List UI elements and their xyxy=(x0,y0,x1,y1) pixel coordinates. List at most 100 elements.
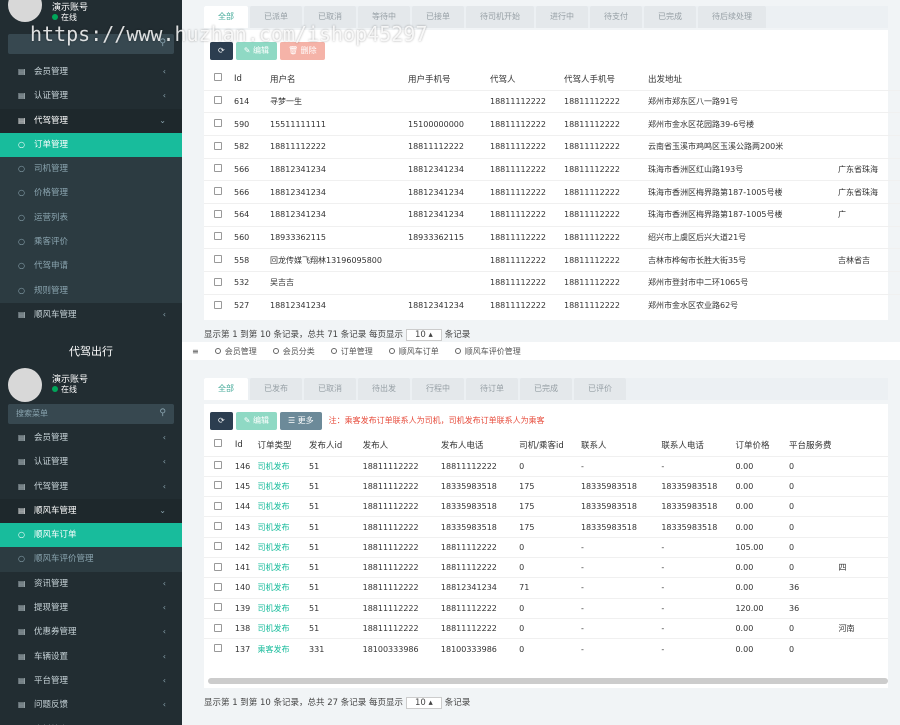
sidebar-item[interactable]: ▤ 车辆设置 ‹ xyxy=(0,645,182,669)
sidebar-item[interactable]: ▤资料档案‹ xyxy=(0,718,182,725)
page-size-select[interactable]: 10 ▴ xyxy=(405,329,442,341)
table-row[interactable]: 527 18812341234 18812341234 18811112222 1881… xyxy=(204,294,900,317)
row-checkbox[interactable] xyxy=(204,226,234,249)
row-checkbox[interactable] xyxy=(204,294,234,317)
row-checkbox[interactable] xyxy=(204,618,235,638)
topnav-item[interactable]: 会员管理 xyxy=(214,346,257,357)
tab-item[interactable]: 进行中 xyxy=(536,6,588,28)
table-row[interactable]: 143 司机发布 51 18811112222 18335983518 175 183359… xyxy=(204,516,888,537)
tab-item[interactable]: 已完成 xyxy=(520,378,572,400)
sidebar-item[interactable]: ▤ 代驾管理 ‹ xyxy=(0,475,182,499)
topnav-item[interactable]: 会员分类 xyxy=(272,346,315,357)
sidebar-item[interactable]: ▤ 平台管理 ‹ xyxy=(0,669,182,693)
menu-toggle-icon[interactable]: ≡ xyxy=(192,347,199,356)
table-row[interactable]: 139 司机发布 51 18811112222 18811112222 0 - - 120.00… xyxy=(204,598,888,618)
table-row[interactable]: 138 司机发布 51 18811112222 18811112222 0 - - 0.00 0 河… xyxy=(204,618,888,638)
row-checkbox[interactable] xyxy=(204,456,235,476)
sidebar-item[interactable]: ▤ 会员管理 ‹ xyxy=(0,426,182,450)
brand-logo[interactable]: 代驾出行 xyxy=(0,342,182,362)
horizontal-scrollbar[interactable] xyxy=(208,678,888,684)
row-checkbox[interactable] xyxy=(204,249,234,272)
table-row[interactable]: 140 司机发布 51 18811112222 18812341234 71 - - 0.00 3… xyxy=(204,577,888,598)
table-row[interactable]: 145 司机发布 51 18811112222 18335983518 175 183359… xyxy=(204,476,888,496)
refresh-button[interactable]: ⟳ xyxy=(210,42,233,60)
sidebar-item[interactable]: ▤ 代驾管理 ⌄ xyxy=(0,108,182,133)
table-row[interactable]: 614 寻梦一生 18811112222 18811112222 郑州市郑东区八一路91… xyxy=(204,90,900,113)
sidebar-item[interactable]: ○ 规则管理 xyxy=(0,278,182,303)
tab-item[interactable]: 待司机开始 xyxy=(466,6,534,28)
select-all-checkbox[interactable] xyxy=(204,68,234,90)
topnav-item[interactable]: 顺风车评价管理 xyxy=(454,346,521,357)
tab-item[interactable]: 待订单 xyxy=(466,378,518,400)
tab-item[interactable]: 等待中 xyxy=(358,6,410,28)
sidebar-item[interactable]: ○ 司机管理 xyxy=(0,157,182,182)
sidebar-item[interactable]: ▤ 顺风车管理 ⌄ xyxy=(0,498,182,524)
table-row[interactable]: 532 吴吉吉 18811112222 18811112222 郑州市登封市中二环106… xyxy=(204,271,900,295)
tab-item[interactable]: 全部 xyxy=(204,378,248,400)
topnav-item[interactable]: 订单管理 xyxy=(330,346,373,357)
tab-item[interactable]: 全部 xyxy=(204,6,248,28)
tab-item[interactable]: 已取消 xyxy=(304,378,356,400)
table-row[interactable]: 560 18933362115 18933362115 18811112222 1881… xyxy=(204,226,900,249)
page-size-select[interactable]: 10 ▴ xyxy=(405,697,442,709)
delete-button[interactable]: 🗑 删除 xyxy=(279,42,325,60)
row-checkbox[interactable] xyxy=(204,517,235,537)
sidebar-item[interactable]: ○ 顺风车订单 xyxy=(0,523,182,548)
row-checkbox[interactable] xyxy=(204,557,235,577)
edit-button[interactable]: ✎ 编辑 xyxy=(235,412,277,430)
sidebar-item[interactable]: ○ 乘客评价 xyxy=(0,230,182,255)
edit-button[interactable]: ✎ 编辑 xyxy=(235,42,277,60)
more-button[interactable]: ☰ 更多 xyxy=(279,412,322,430)
sidebar-item[interactable]: ▤ 顺风车管理 ‹ xyxy=(0,303,182,327)
sidebar-item[interactable]: ▤ 优惠券管理 ‹ xyxy=(0,620,182,644)
sidebar-item[interactable]: ○ 价格管理 xyxy=(0,181,182,206)
table-row[interactable]: 564 18812341234 18812341234 18811112222 1881… xyxy=(204,203,900,226)
sidebar-item[interactable]: ▤ 认证管理 ‹ xyxy=(0,450,182,474)
sidebar-item[interactable]: ○ 运营列表 xyxy=(0,205,182,231)
row-checkbox[interactable] xyxy=(204,578,235,598)
table-row[interactable]: 558 回龙传媒飞翔林13196095800 18811112222 18811112… xyxy=(204,248,900,272)
row-checkbox[interactable] xyxy=(204,135,234,158)
avatar[interactable] xyxy=(8,0,42,22)
table-row[interactable]: 144 司机发布 51 18811112222 18335983518 175 183359… xyxy=(204,496,888,517)
row-checkbox[interactable] xyxy=(204,272,234,295)
table-row[interactable]: 566 18812341234 18812341234 18811112222 1881… xyxy=(204,158,900,181)
row-checkbox[interactable] xyxy=(204,598,235,618)
refresh-button[interactable]: ⟳ xyxy=(210,412,233,430)
row-checkbox[interactable] xyxy=(204,476,235,496)
tab-item[interactable]: 已派单 xyxy=(250,6,302,28)
sidebar-item[interactable]: ▤ 问题反馈 ‹ xyxy=(0,693,182,717)
tab-item[interactable]: 已评价 xyxy=(574,378,626,400)
avatar[interactable] xyxy=(8,368,42,402)
table-row[interactable]: 137 乘客发布 331 18100333986 18100333986 0 - - 0.00 0 xyxy=(204,638,888,659)
tab-item[interactable]: 待支付 xyxy=(590,6,642,28)
tab-item[interactable]: 已接单 xyxy=(412,6,464,28)
tab-item[interactable]: 已取消 xyxy=(304,6,356,28)
row-checkbox[interactable] xyxy=(204,639,235,659)
row-checkbox[interactable] xyxy=(204,203,234,226)
table-row[interactable]: 146 司机发布 51 18811112222 18811112222 0 - - 0.00 0 xyxy=(204,456,888,476)
table-row[interactable]: 566 18812341234 18812341234 18811112222 1881… xyxy=(204,180,900,204)
table-row[interactable]: 590 15511111111 15100000000 18811112222 1881… xyxy=(204,112,900,136)
sidebar-item[interactable]: ▤ 认证管理 ‹ xyxy=(0,84,182,108)
row-checkbox[interactable] xyxy=(204,90,234,113)
tab-item[interactable]: 已完成 xyxy=(644,6,696,28)
sidebar-item[interactable]: ○ 顺风车评价管理 xyxy=(0,547,182,572)
topnav-item[interactable]: 顺风车订单 xyxy=(388,346,439,357)
tab-item[interactable]: 待后续处理 xyxy=(698,6,766,28)
row-checkbox[interactable] xyxy=(204,113,234,136)
sidebar-item[interactable]: ○ 订单管理 xyxy=(0,132,182,158)
row-checkbox[interactable] xyxy=(204,158,234,181)
sidebar-item[interactable]: ○ 代驾申请 xyxy=(0,254,182,279)
sidebar-search-input[interactable]: ⚲ xyxy=(8,34,174,54)
tab-item[interactable]: 行程中 xyxy=(412,378,464,400)
table-row[interactable]: 582 18811112222 18811112222 18811112222 1881… xyxy=(204,135,900,158)
select-all-checkbox[interactable] xyxy=(204,434,235,456)
table-row[interactable]: 142 司机发布 51 18811112222 18811112222 0 - - 105.00… xyxy=(204,537,888,557)
sidebar-item[interactable]: ▤ 提现管理 ‹ xyxy=(0,596,182,620)
tab-item[interactable]: 待出发 xyxy=(358,378,410,400)
row-checkbox[interactable] xyxy=(204,181,234,204)
row-checkbox[interactable] xyxy=(204,537,235,557)
sidebar-item[interactable]: ▤ 会员管理 ‹ xyxy=(0,60,182,84)
tab-item[interactable]: 已发布 xyxy=(250,378,302,400)
